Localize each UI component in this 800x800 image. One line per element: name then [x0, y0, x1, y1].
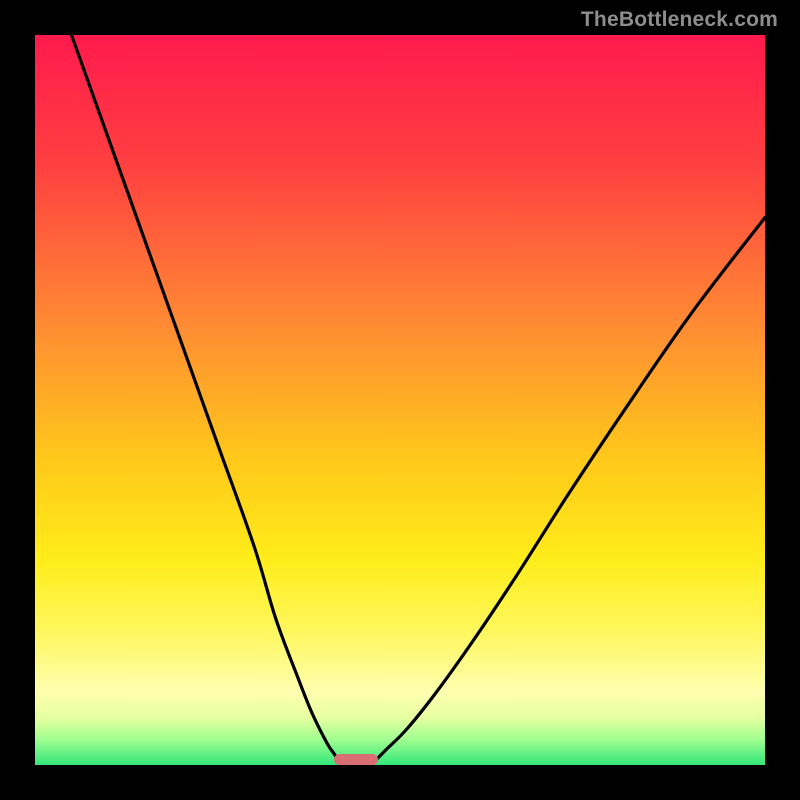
plot-area — [35, 35, 765, 765]
curve-layer — [35, 35, 765, 765]
curve-left-branch — [72, 35, 342, 765]
chart-frame: TheBottleneck.com — [0, 0, 800, 800]
minimum-marker — [334, 754, 378, 765]
curve-right-branch — [371, 218, 765, 766]
watermark-text: TheBottleneck.com — [581, 8, 778, 32]
